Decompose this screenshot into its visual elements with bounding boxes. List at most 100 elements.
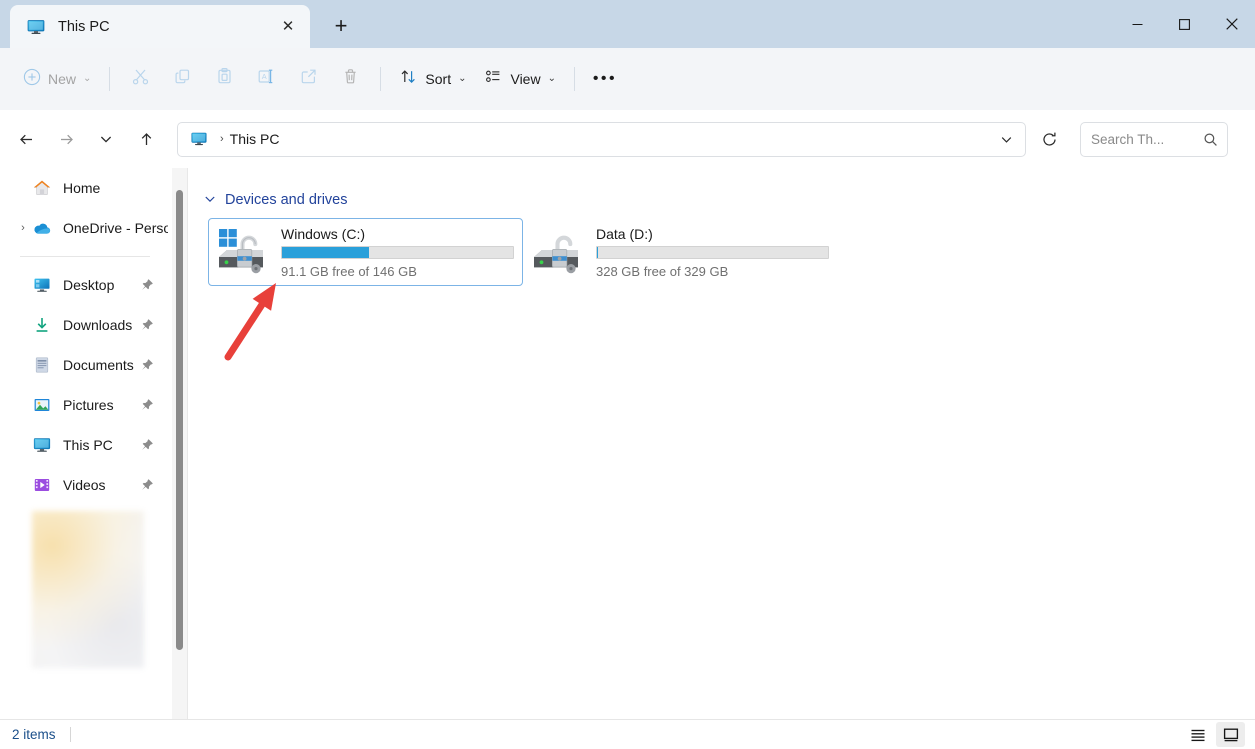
breadcrumb-dropdown-icon[interactable] xyxy=(993,125,1019,153)
drive-name: Windows (C:) xyxy=(281,225,366,242)
tab-strip: This PC ✕ + xyxy=(0,0,358,48)
large-icons-view-button[interactable] xyxy=(1216,722,1245,747)
item-count: 2 items xyxy=(12,727,56,742)
pin-icon[interactable] xyxy=(140,478,154,492)
bitlocker-unlocked-drive-icon xyxy=(215,226,273,278)
sidebar-scrollbar-thumb[interactable] xyxy=(176,190,183,650)
rename-button[interactable]: A xyxy=(245,61,287,97)
search-icon[interactable] xyxy=(1199,132,1221,147)
svg-text:A: A xyxy=(262,72,267,81)
chevron-down-icon: ⌄ xyxy=(83,73,92,84)
breadcrumb-this-pc[interactable]: This PC xyxy=(230,131,280,147)
chevron-down-icon: ⌄ xyxy=(458,73,467,84)
sidebar-divider xyxy=(20,256,150,257)
drive-info: Windows (C:) 91.1 GB free of 146 GB xyxy=(281,226,514,279)
pin-icon[interactable] xyxy=(140,358,154,372)
minimize-button[interactable] xyxy=(1114,0,1161,48)
delete-button[interactable] xyxy=(329,61,371,97)
recent-locations-button[interactable] xyxy=(89,122,123,156)
sidebar-item-label: This PC xyxy=(63,437,113,453)
copy-button[interactable] xyxy=(161,61,203,97)
drive-tile-windows-c[interactable]: Windows (C:) 91.1 GB free of 146 GB xyxy=(208,218,523,286)
close-button[interactable] xyxy=(1208,0,1255,48)
up-button[interactable] xyxy=(129,122,163,156)
paste-button[interactable] xyxy=(203,61,245,97)
sidebar-item-downloads[interactable]: Downloads xyxy=(4,305,162,345)
sidebar-item-label: Documents xyxy=(63,357,134,373)
drive-name: Data (D:) xyxy=(596,225,653,242)
sidebar-item-pictures[interactable]: Pictures xyxy=(4,385,162,425)
sidebar-item-label: OneDrive - Perso xyxy=(63,220,168,236)
chevron-right-icon[interactable]: › xyxy=(14,222,32,234)
sidebar-item-home[interactable]: Home xyxy=(4,168,162,208)
sidebar-item-label: Pictures xyxy=(63,397,114,413)
drive-capacity-fill xyxy=(282,246,369,258)
drive-capacity-bar xyxy=(596,245,829,259)
sidebar-item-videos[interactable]: Videos xyxy=(4,465,162,505)
sort-icon xyxy=(399,67,418,91)
pin-icon[interactable] xyxy=(140,398,154,412)
chevron-down-icon[interactable] xyxy=(204,193,216,208)
toolbar-divider-3 xyxy=(573,67,575,91)
plus-circle-icon xyxy=(23,68,41,91)
sidebar-item-onedrive[interactable]: › OneDrive - Perso xyxy=(4,208,168,248)
pin-icon[interactable] xyxy=(140,318,154,332)
search-input[interactable] xyxy=(1091,131,1199,147)
drive-capacity-text: 91.1 GB free of 146 GB xyxy=(281,263,417,279)
cut-button[interactable] xyxy=(119,61,161,97)
drive-tile-data-d[interactable]: Data (D:) 328 GB free of 329 GB xyxy=(523,218,838,286)
breadcrumb[interactable]: › This PC xyxy=(177,121,1026,157)
scissors-icon xyxy=(131,67,150,91)
sort-button[interactable]: Sort ⌄ xyxy=(390,61,475,97)
windows-logo xyxy=(219,229,237,247)
group-header-devices-and-drives[interactable]: Devices and drives xyxy=(204,190,1255,210)
share-button[interactable] xyxy=(287,61,329,97)
maximize-button[interactable] xyxy=(1161,0,1208,48)
status-bar: 2 items xyxy=(0,719,1255,749)
forward-button[interactable] xyxy=(49,122,83,156)
sidebar-item-documents[interactable]: Documents xyxy=(4,345,162,385)
sidebar-item-label: Downloads xyxy=(63,317,133,333)
drive-capacity-fill xyxy=(597,246,598,258)
trash-icon xyxy=(341,67,360,91)
search-box[interactable] xyxy=(1080,121,1228,157)
more-options-button[interactable]: ••• xyxy=(584,61,626,97)
toolbar-divider xyxy=(109,67,111,91)
command-bar: New ⌄ A Sort ⌄ View ⌄ ••• xyxy=(0,48,1255,110)
pictures-icon xyxy=(32,395,52,415)
close-icon[interactable]: ✕ xyxy=(274,13,302,41)
home-icon xyxy=(32,178,52,198)
view-button-label: View xyxy=(510,71,541,87)
blurred-sidebar-region xyxy=(32,511,144,668)
sort-button-label: Sort xyxy=(425,71,452,87)
sidebar-item-desktop[interactable]: Desktop xyxy=(4,265,162,305)
sidebar-item-label: Home xyxy=(63,180,101,196)
status-divider xyxy=(69,727,71,742)
view-icon xyxy=(484,67,503,91)
videos-icon xyxy=(32,475,52,495)
sidebar-item-this-pc[interactable]: This PC xyxy=(4,425,162,465)
new-button[interactable]: New ⌄ xyxy=(14,61,100,97)
this-pc-icon xyxy=(26,17,46,37)
window-controls xyxy=(1114,0,1255,48)
pin-icon[interactable] xyxy=(140,278,154,292)
drive-capacity-bar xyxy=(281,245,514,259)
details-view-button[interactable] xyxy=(1183,722,1212,747)
file-list-pane: Devices and drives Windows (C:) 91.1 GB … xyxy=(188,168,1255,719)
drive-capacity-text: 328 GB free of 329 GB xyxy=(596,263,729,279)
view-button[interactable]: View ⌄ xyxy=(475,61,564,97)
this-pc-icon xyxy=(32,435,52,455)
refresh-button[interactable] xyxy=(1032,122,1066,156)
title-bar: This PC ✕ + xyxy=(0,0,1255,48)
drive-tiles: Windows (C:) 91.1 GB free of 146 GB Data… xyxy=(208,218,1255,286)
downloads-icon xyxy=(32,315,52,335)
drive-info: Data (D:) 328 GB free of 329 GB xyxy=(596,226,829,279)
documents-icon xyxy=(32,355,52,375)
pin-icon[interactable] xyxy=(140,438,154,452)
tab-this-pc[interactable]: This PC ✕ xyxy=(10,5,310,48)
new-tab-button[interactable]: + xyxy=(324,9,358,43)
clipboard-icon xyxy=(215,67,234,91)
bitlocker-unlocked-drive-icon xyxy=(530,226,588,278)
back-button[interactable] xyxy=(9,122,43,156)
desktop-icon xyxy=(32,275,52,295)
